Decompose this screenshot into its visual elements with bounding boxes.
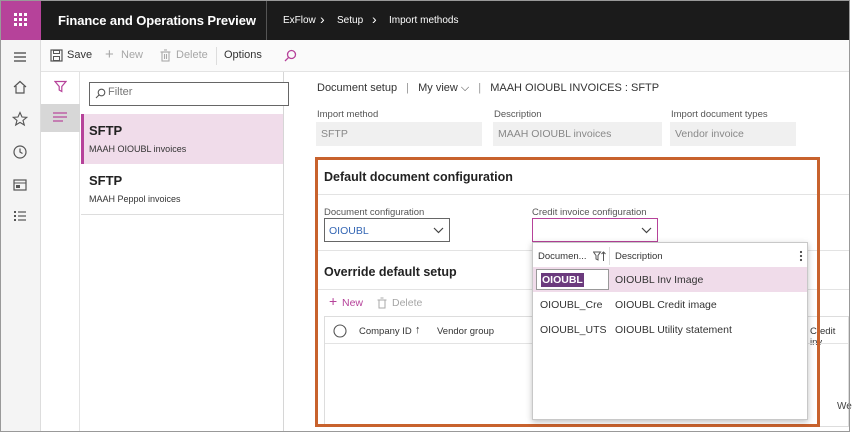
list-item[interactable]: SFTP MAAH Peppol invoices: [81, 164, 283, 214]
star-icon[interactable]: [12, 111, 28, 127]
save-button[interactable]: Save: [67, 49, 92, 61]
lookup-row-code: OIOUBL_UTS: [540, 324, 607, 336]
grid-overflow-text: We: [837, 401, 852, 412]
chevron-down-icon: ⌵: [460, 82, 470, 94]
lookup-row-description: OIOUBL Inv Image: [615, 274, 704, 286]
record-title: MAAH OIOUBL INVOICES : SFTP: [490, 82, 660, 94]
breadcrumb-chevron-icon: ›: [320, 11, 325, 27]
search-icon: [95, 88, 106, 99]
save-icon: [50, 49, 63, 62]
import-document-types-label: Import document types: [671, 109, 768, 120]
lookup-row-code: OIOUBL: [541, 273, 584, 287]
lookup-row-code: OIOUBL_Cre: [540, 299, 603, 311]
app-title[interactable]: Finance and Operations Preview: [58, 13, 256, 28]
import-method-field[interactable]: SFTP: [316, 122, 482, 146]
lookup-code-cell[interactable]: OIOUBL: [536, 269, 609, 290]
search-icon[interactable]: [284, 49, 297, 62]
list-item[interactable]: SFTP MAAH OIOUBL invoices: [81, 114, 283, 164]
header-separator: |: [406, 82, 410, 94]
header-separator: |: [478, 82, 482, 94]
workspace-icon[interactable]: [12, 177, 28, 193]
top-bar: Finance and Operations Preview ExFlow › …: [0, 0, 849, 40]
lookup-column-divider: [609, 247, 610, 265]
lookup-column-description[interactable]: Description: [615, 251, 663, 262]
lookup-row-description: OIOUBL Utility statement: [615, 324, 732, 336]
modules-list-icon[interactable]: [12, 208, 28, 224]
list-view-toggle[interactable]: [41, 104, 80, 132]
delete-button[interactable]: Delete: [176, 49, 208, 61]
list-divider: [81, 214, 283, 215]
app-launcher-button[interactable]: [0, 0, 41, 40]
lookup-column-document[interactable]: Documen...: [538, 251, 587, 262]
my-view-dropdown[interactable]: My view ⌵: [418, 82, 469, 94]
credit-configuration-lookup: Documen... Description OIOUBL OIOUBL Inv…: [532, 242, 808, 420]
trash-icon: [160, 49, 171, 62]
column-filter-sort-icon[interactable]: [593, 251, 607, 262]
options-tab[interactable]: Options: [224, 49, 262, 61]
plus-icon: +: [105, 46, 114, 63]
filter-input[interactable]: [108, 86, 278, 98]
action-pane: Save + New Delete Options: [41, 40, 849, 72]
description-field[interactable]: MAAH OIOUBL invoices: [493, 122, 662, 146]
lookup-row[interactable]: OIOUBL_UTS OIOUBL Utility statement: [533, 317, 807, 342]
list-item-title: SFTP: [89, 173, 123, 188]
filter-input-container[interactable]: [89, 82, 289, 106]
my-view-label: My view: [418, 82, 458, 94]
lookup-row[interactable]: OIOUBL OIOUBL Inv Image: [533, 267, 807, 292]
hamburger-menu-icon[interactable]: [12, 49, 28, 65]
topbar-divider: [266, 0, 267, 40]
lookup-row[interactable]: OIOUBL_Cre OIOUBL Credit image: [533, 292, 807, 317]
breadcrumb-setup[interactable]: Setup: [337, 15, 363, 26]
list-lines-icon: [53, 112, 67, 122]
detail-header: Document setup | My view ⌵ | MAAH OIOUBL…: [317, 82, 659, 95]
home-icon[interactable]: [12, 79, 28, 95]
breadcrumb-chevron-icon: ›: [372, 11, 377, 27]
more-options-icon[interactable]: [799, 250, 803, 262]
list-item-subtitle: MAAH OIOUBL invoices: [89, 144, 187, 154]
filter-pane-toggle-column: [41, 72, 80, 431]
clock-icon[interactable]: [12, 144, 28, 160]
import-document-types-field[interactable]: Vendor invoice: [670, 122, 796, 146]
page-view-label: Document setup: [317, 82, 398, 94]
filter-funnel-icon[interactable]: [54, 80, 67, 93]
waffle-icon: [14, 13, 27, 26]
lookup-row-description: OIOUBL Credit image: [615, 299, 717, 311]
breadcrumb-import-methods[interactable]: Import methods: [389, 15, 458, 26]
list-item-subtitle: MAAH Peppol invoices: [89, 194, 181, 204]
new-button[interactable]: New: [121, 49, 143, 61]
description-label: Description: [494, 109, 542, 120]
breadcrumb-exflow[interactable]: ExFlow: [283, 15, 316, 26]
import-method-label: Import method: [317, 109, 379, 120]
list-item-title: SFTP: [89, 123, 123, 138]
action-separator: [216, 47, 217, 65]
record-list-pane: SFTP MAAH OIOUBL invoices SFTP MAAH Pepp…: [81, 72, 289, 431]
navigation-pane: [0, 40, 41, 431]
